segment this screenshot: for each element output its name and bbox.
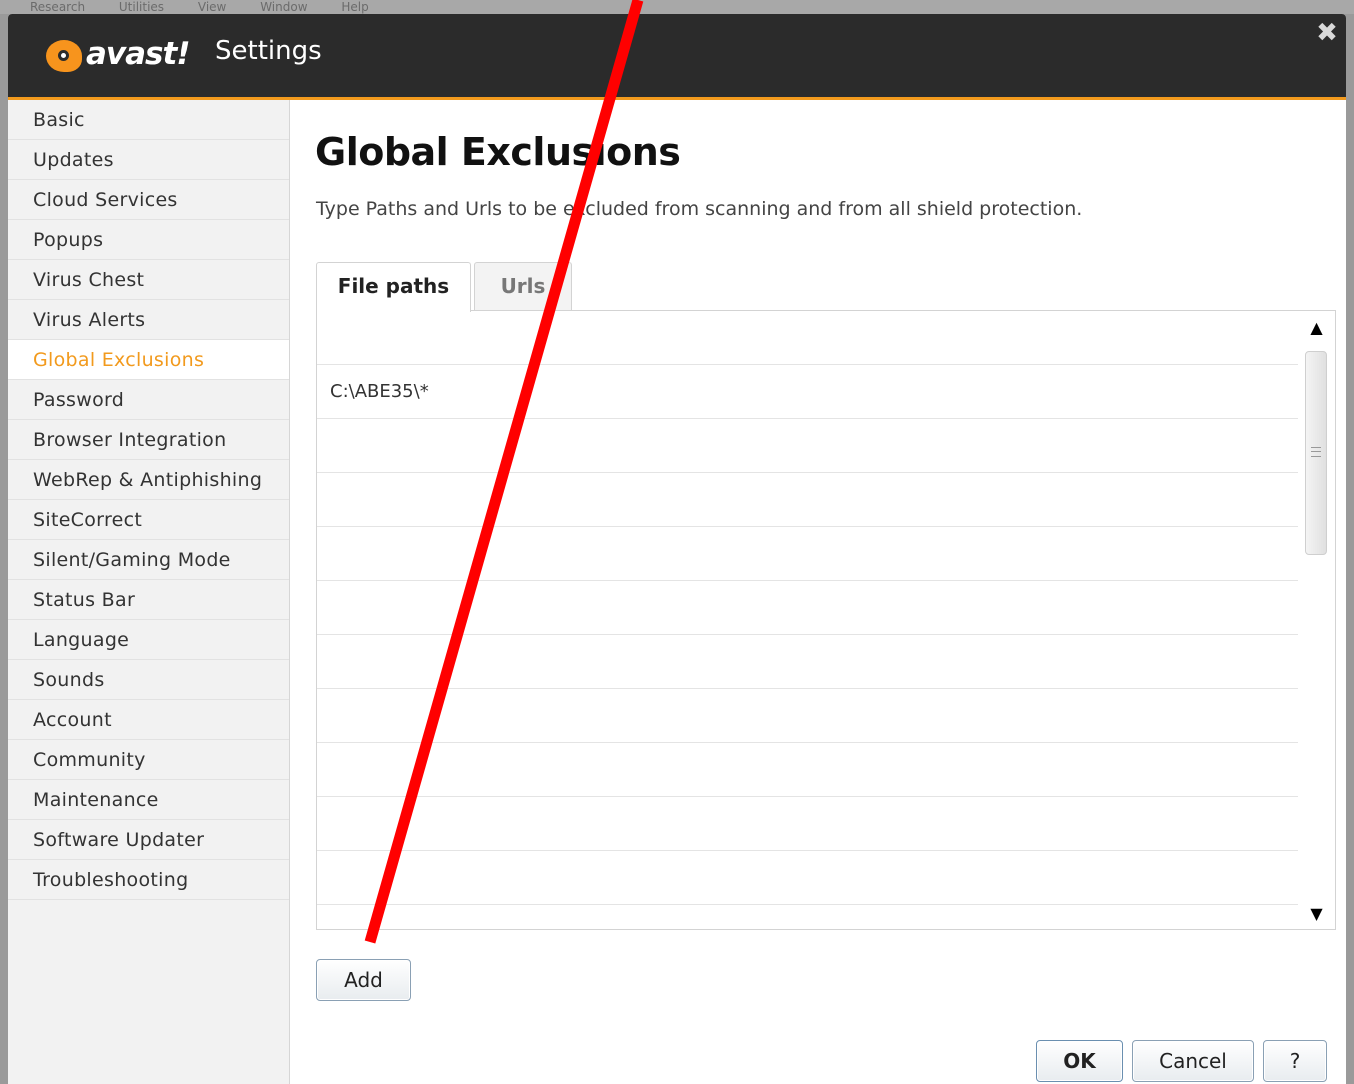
list-item[interactable] — [317, 905, 1299, 929]
tab-file-paths[interactable]: File paths — [316, 262, 471, 312]
list-item[interactable] — [317, 581, 1299, 635]
sidebar-item-browser-integration[interactable]: Browser Integration — [8, 420, 289, 460]
settings-window: avast! Settings ✖ Basic Updates Cloud Se… — [8, 14, 1346, 1084]
list-item[interactable] — [317, 851, 1299, 905]
sidebar-item-basic[interactable]: Basic — [8, 100, 289, 140]
background-app-menu: Research Utilities View Window Help — [0, 0, 1354, 14]
add-button[interactable]: Add — [316, 959, 411, 1001]
sidebar-item-webrep-antiphishing[interactable]: WebRep & Antiphishing — [8, 460, 289, 500]
bg-menu-item: Help — [341, 0, 369, 14]
sidebar-item-maintenance[interactable]: Maintenance — [8, 780, 289, 820]
bg-menu-item: Research — [30, 0, 86, 14]
sidebar-item-global-exclusions[interactable]: Global Exclusions — [8, 340, 289, 380]
help-button[interactable]: ? — [1263, 1040, 1327, 1082]
list-rows: C:\ABE35\* — [317, 311, 1299, 929]
scroll-thumb[interactable] — [1305, 351, 1327, 555]
settings-sidebar: Basic Updates Cloud Services Popups Viru… — [8, 100, 290, 1084]
sidebar-item-software-updater[interactable]: Software Updater — [8, 820, 289, 860]
avast-ball-icon — [46, 40, 82, 72]
bg-menu-item: View — [197, 0, 227, 14]
sidebar-item-cloud-services[interactable]: Cloud Services — [8, 180, 289, 220]
tab-urls[interactable]: Urls — [474, 262, 572, 311]
sidebar-item-password[interactable]: Password — [8, 380, 289, 420]
page-title: Global Exclusions — [315, 130, 681, 174]
sidebar-item-silent-gaming-mode[interactable]: Silent/Gaming Mode — [8, 540, 289, 580]
sidebar-item-language[interactable]: Language — [8, 620, 289, 660]
ok-button[interactable]: OK — [1036, 1040, 1123, 1082]
window-title: Settings — [215, 36, 322, 66]
sidebar-item-updates[interactable]: Updates — [8, 140, 289, 180]
cancel-button[interactable]: Cancel — [1132, 1040, 1254, 1082]
sidebar-item-popups[interactable]: Popups — [8, 220, 289, 260]
bg-menu-item: Utilities — [118, 0, 165, 14]
list-item[interactable] — [317, 527, 1299, 581]
list-item[interactable] — [317, 743, 1299, 797]
settings-content: Global Exclusions Type Paths and Urls to… — [290, 100, 1346, 1084]
sidebar-item-community[interactable]: Community — [8, 740, 289, 780]
page-description: Type Paths and Urls to be excluded from … — [316, 198, 1083, 220]
scroll-down-icon[interactable]: ▼ — [1298, 899, 1335, 929]
sidebar-item-account[interactable]: Account — [8, 700, 289, 740]
sidebar-item-sitecorrect[interactable]: SiteCorrect — [8, 500, 289, 540]
sidebar-item-status-bar[interactable]: Status Bar — [8, 580, 289, 620]
logo-text: avast! — [86, 36, 190, 72]
list-item[interactable] — [317, 635, 1299, 689]
avast-logo: avast! — [46, 32, 196, 78]
sidebar-item-troubleshooting[interactable]: Troubleshooting — [8, 860, 289, 900]
bg-menu-item: Window — [260, 0, 308, 14]
list-item[interactable] — [317, 689, 1299, 743]
grip-icon — [1311, 447, 1321, 457]
close-icon[interactable]: ✖ — [1314, 18, 1340, 48]
sidebar-item-virus-alerts[interactable]: Virus Alerts — [8, 300, 289, 340]
list-scrollbar[interactable]: ▲ ▼ — [1298, 311, 1335, 929]
list-item[interactable] — [317, 473, 1299, 527]
list-item[interactable] — [317, 797, 1299, 851]
list-item[interactable] — [317, 419, 1299, 473]
scroll-up-icon[interactable]: ▲ — [1298, 313, 1335, 343]
list-item[interactable] — [317, 311, 1299, 365]
sidebar-item-virus-chest[interactable]: Virus Chest — [8, 260, 289, 300]
exclusions-list: C:\ABE35\* ▲ ▼ — [316, 310, 1336, 930]
sidebar-item-sounds[interactable]: Sounds — [8, 660, 289, 700]
title-bar[interactable]: avast! Settings ✖ — [8, 14, 1346, 100]
list-item[interactable]: C:\ABE35\* — [317, 365, 1299, 419]
